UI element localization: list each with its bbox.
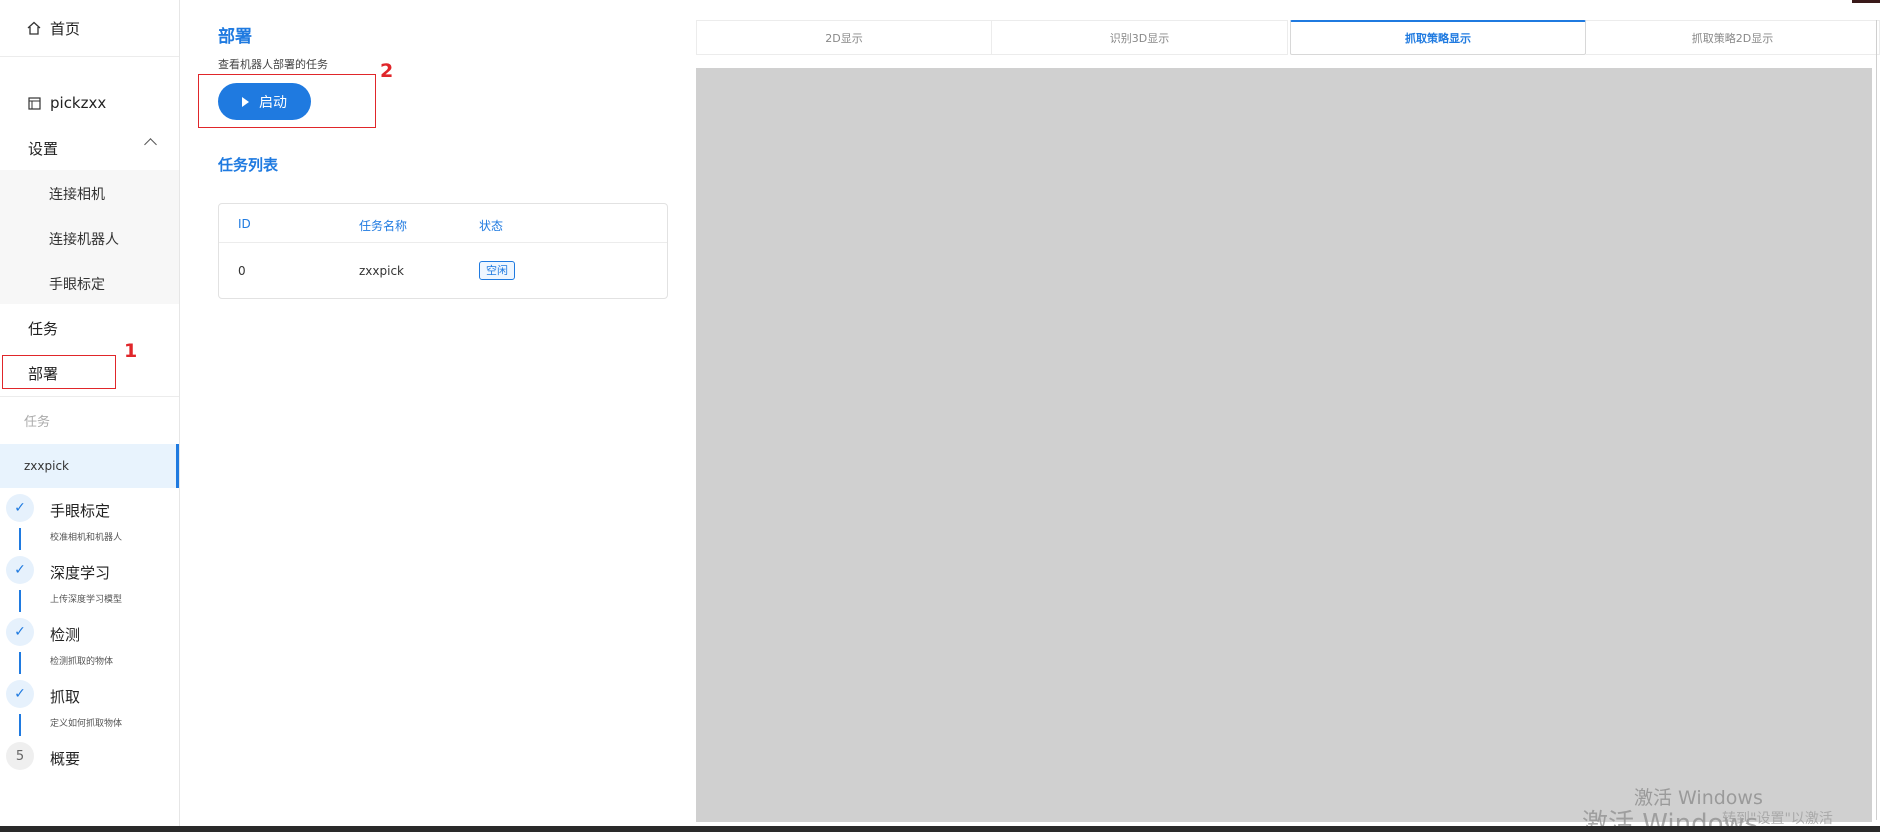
step-connector xyxy=(19,528,21,550)
nav-connect-camera[interactable]: 连接相机 xyxy=(49,184,105,204)
nav-home-label: 首页 xyxy=(50,19,81,38)
app-window: 首页 pickzxx 设置 连接相机 连接机器人 手眼标定 任务 部署 任务 z… xyxy=(0,0,1880,832)
taskbar-edge xyxy=(0,826,1880,832)
annotation-number-1: 1 xyxy=(124,340,138,362)
start-button[interactable]: 启动 xyxy=(218,83,311,120)
tab-grasp-strategy[interactable]: 抓取策略显示 xyxy=(1290,20,1586,55)
step-desc: 检测抓取的物体 xyxy=(50,657,114,667)
cell-id: 0 xyxy=(238,264,246,278)
divider xyxy=(0,56,179,57)
tab-grasp-strategy-2d[interactable]: 抓取策略2D显示 xyxy=(1586,20,1880,55)
step-desc: 上传深度学习模型 xyxy=(50,595,123,605)
nav-home[interactable]: 首页 xyxy=(0,8,179,48)
column-header-name[interactable]: 任务名称 xyxy=(359,217,407,234)
column-header-status[interactable]: 状态 xyxy=(479,217,503,234)
tab-3d-recognition[interactable]: 识别3D显示 xyxy=(992,20,1288,55)
check-icon: ✓ xyxy=(6,494,34,522)
column-header-id[interactable]: ID xyxy=(238,217,251,231)
task-entry[interactable]: zxxpick xyxy=(0,444,179,488)
status-badge: 空闲 xyxy=(479,261,515,280)
step-desc: 校准相机和机器人 xyxy=(50,533,123,543)
task-table: ID 任务名称 状态 0 zxxpick 空闲 xyxy=(218,203,668,299)
nav-task[interactable]: 任务 xyxy=(0,308,179,348)
nav-project[interactable]: pickzxx xyxy=(0,83,179,123)
step-title: 概要 xyxy=(50,750,81,768)
project-icon xyxy=(26,95,42,111)
display-canvas[interactable] xyxy=(696,68,1872,822)
check-icon: ✓ xyxy=(6,680,34,708)
page-description: 查看机器人部署的任务 xyxy=(218,58,328,71)
start-button-label: 启动 xyxy=(259,94,287,111)
step-number: 5 xyxy=(6,742,34,770)
nav-task-label: 任务 xyxy=(28,319,59,338)
scrollbar-track[interactable] xyxy=(1876,20,1877,820)
divider xyxy=(0,396,179,397)
step-connector xyxy=(19,590,21,612)
play-icon xyxy=(242,96,249,107)
nav-project-label: pickzxx xyxy=(50,94,107,112)
annotation-box-1 xyxy=(2,355,116,389)
step-connector xyxy=(19,652,21,674)
step-connector xyxy=(19,714,21,736)
step-desc: 定义如何抓取物体 xyxy=(50,719,123,729)
step-title: 抓取 xyxy=(50,688,81,706)
nav-hand-eye[interactable]: 手眼标定 xyxy=(49,274,105,294)
check-icon: ✓ xyxy=(6,618,34,646)
step-title: 检测 xyxy=(50,626,81,644)
nav-settings-label: 设置 xyxy=(28,139,59,158)
task-list-title: 任务列表 xyxy=(218,156,279,174)
annotation-number-2: 2 xyxy=(380,60,394,82)
sidebar: 首页 pickzxx 设置 连接相机 连接机器人 手眼标定 任务 部署 任务 z… xyxy=(0,0,180,826)
window-corner xyxy=(1852,0,1880,3)
divider xyxy=(219,242,667,243)
home-icon xyxy=(26,20,42,36)
tab-2d-display[interactable]: 2D显示 xyxy=(696,20,992,55)
display-tabs: 2D显示 识别3D显示 抓取策略显示 抓取策略2D显示 xyxy=(696,20,1880,55)
step-title: 深度学习 xyxy=(50,564,111,582)
cell-name[interactable]: zxxpick xyxy=(359,264,404,278)
page-title: 部署 xyxy=(218,27,252,47)
task-entry-label: zxxpick xyxy=(24,459,69,473)
check-icon: ✓ xyxy=(6,556,34,584)
step-title: 手眼标定 xyxy=(50,502,111,520)
nav-connect-robot[interactable]: 连接机器人 xyxy=(49,229,119,249)
task-section-label: 任务 xyxy=(24,415,51,430)
